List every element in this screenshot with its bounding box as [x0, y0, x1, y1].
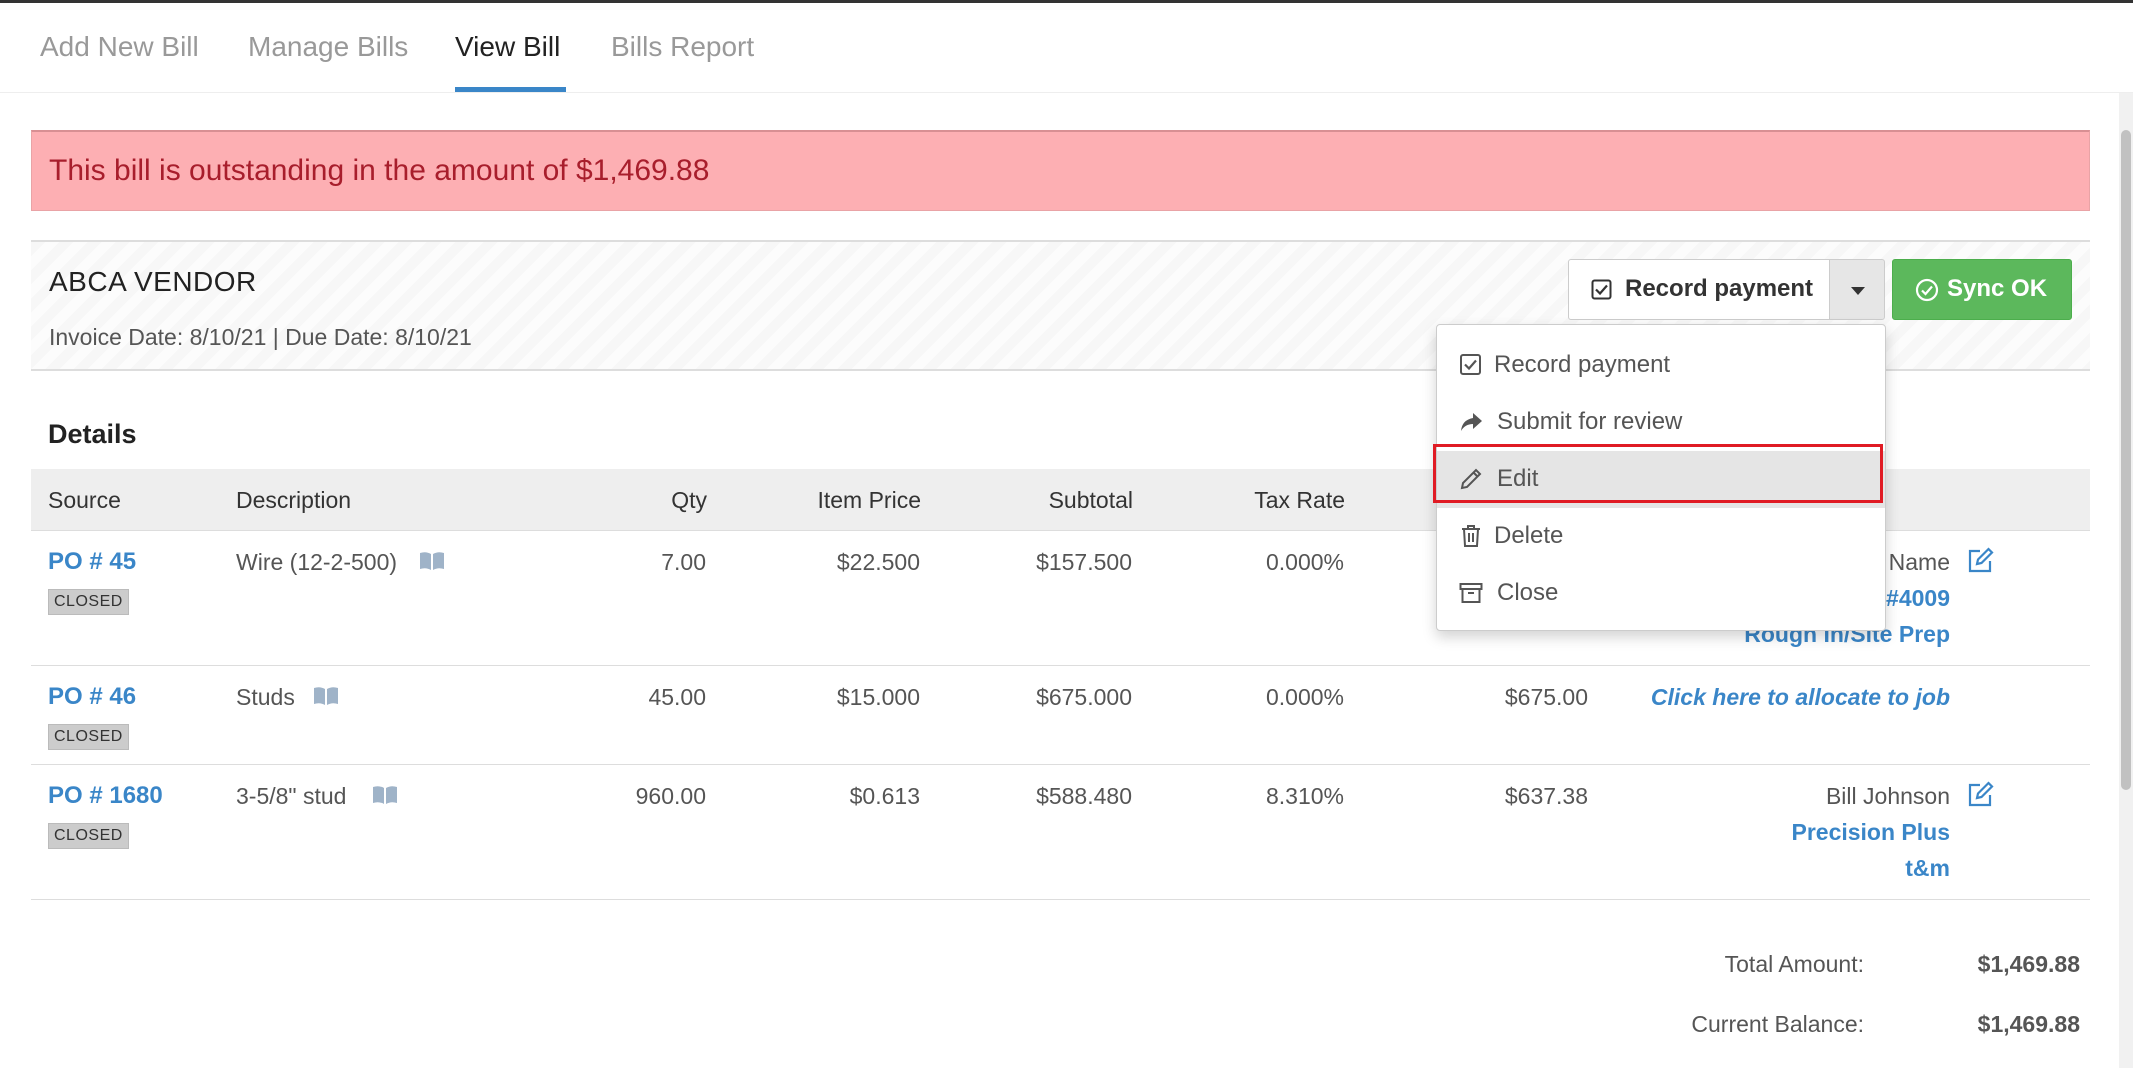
status-badge: CLOSED: [48, 823, 129, 849]
book-icon[interactable]: [418, 551, 446, 571]
total-amount-label: Total Amount:: [1724, 951, 1864, 977]
status-badge: CLOSED: [48, 724, 129, 750]
sync-ok-label: Sync OK: [1947, 275, 2048, 302]
line-total: $675.00: [1504, 684, 1588, 710]
record-payment-button[interactable]: Record payment: [1568, 259, 1830, 320]
pencil-icon: [1460, 468, 1482, 490]
qty: 7.00: [661, 549, 706, 575]
status-badge: CLOSED: [48, 589, 129, 615]
current-balance-value: $1,469.88: [1977, 1011, 2080, 1037]
subtotal: $157.500: [1036, 549, 1132, 575]
book-icon[interactable]: [312, 686, 340, 706]
col-qty: Qty: [671, 487, 707, 513]
vendor-name: ABCA VENDOR: [49, 266, 257, 297]
po-link[interactable]: PO # 45: [48, 548, 136, 576]
item-price: $15.000: [836, 684, 920, 710]
tab-manage-bills[interactable]: Manage Bills: [248, 31, 408, 63]
outstanding-alert: This bill is outstanding in the amount o…: [31, 130, 2090, 211]
item-price: $0.613: [849, 783, 920, 809]
po-link[interactable]: PO # 1680: [48, 782, 163, 810]
tab-bar: Add New Bill Manage Bills View Bill Bill…: [0, 3, 2133, 93]
row-divider: [31, 665, 2090, 666]
tax-rate: 8.310%: [1265, 783, 1344, 809]
tab-bills-report[interactable]: Bills Report: [611, 31, 754, 63]
edit-allocation-icon[interactable]: [1966, 547, 1994, 575]
qty: 45.00: [648, 684, 706, 710]
line-total: $637.38: [1504, 783, 1588, 809]
item-description: Studs: [236, 684, 295, 710]
edit-allocation-icon[interactable]: [1966, 781, 1994, 809]
qty: 960.00: [635, 783, 706, 809]
subtotal: $675.000: [1036, 684, 1132, 710]
menu-item-label: Edit: [1497, 465, 1539, 492]
job-customer-name: Bill Johnson: [1825, 783, 1950, 809]
col-subtotal: Subtotal: [1048, 487, 1133, 513]
checkbox-icon: [1460, 354, 1481, 375]
allocate-to-job-link[interactable]: Click here to allocate to job: [1600, 684, 1950, 711]
record-payment-dropdown-menu: Record payment Submit for review Edit De…: [1436, 324, 1886, 631]
item-description: Wire (12-2-500): [236, 549, 398, 575]
menu-item-close[interactable]: Close: [1437, 565, 1885, 622]
col-description: Description: [236, 487, 352, 513]
menu-item-edit[interactable]: Edit: [1437, 451, 1885, 508]
checkbox-icon: [1591, 279, 1612, 300]
menu-item-label: Submit for review: [1497, 408, 1683, 435]
menu-item-delete[interactable]: Delete: [1437, 508, 1885, 565]
check-circle-icon: [1915, 278, 1939, 302]
record-payment-dropdown-toggle[interactable]: [1829, 259, 1885, 320]
menu-item-label: Record payment: [1494, 351, 1671, 378]
job-name-link[interactable]: Precision Plus: [1700, 819, 1950, 846]
menu-item-submit-for-review[interactable]: Submit for review: [1437, 394, 1885, 451]
col-item-price: Item Price: [817, 487, 921, 513]
item-description: 3-5/8" stud: [236, 783, 347, 809]
sync-ok-button[interactable]: Sync OK: [1892, 259, 2072, 320]
trash-icon: [1462, 525, 1480, 547]
po-link[interactable]: PO # 46: [48, 683, 136, 711]
alert-text: This bill is outstanding in the amount o…: [49, 154, 710, 187]
col-tax-rate: Tax Rate: [1254, 487, 1345, 513]
job-phase-link[interactable]: t&m: [1700, 855, 1950, 882]
invoice-dates: Invoice Date: 8/10/21 | Due Date: 8/10/2…: [49, 324, 472, 350]
subtotal: $588.480: [1036, 783, 1132, 809]
active-tab-indicator: [455, 87, 566, 92]
details-title: Details: [48, 419, 137, 449]
menu-item-label: Delete: [1494, 522, 1564, 549]
record-payment-label: Record payment: [1625, 275, 1814, 302]
menu-item-label: Close: [1497, 579, 1559, 606]
caret-down-icon: [1851, 287, 1865, 295]
col-source: Source: [48, 487, 121, 513]
archive-icon: [1459, 583, 1483, 603]
share-icon: [1461, 413, 1482, 431]
tax-rate: 0.000%: [1265, 549, 1344, 575]
scrollbar-thumb[interactable]: [2121, 130, 2131, 790]
tab-view-bill[interactable]: View Bill: [455, 31, 560, 63]
tax-rate: 0.000%: [1265, 684, 1344, 710]
book-icon[interactable]: [371, 785, 399, 805]
row-divider: [31, 899, 2090, 900]
item-price: $22.500: [836, 549, 920, 575]
total-amount-value: $1,469.88: [1977, 951, 2080, 977]
menu-item-record-payment[interactable]: Record payment: [1437, 337, 1885, 394]
current-balance-label: Current Balance:: [1691, 1011, 1864, 1037]
tab-add-new-bill[interactable]: Add New Bill: [40, 31, 199, 63]
row-divider: [31, 764, 2090, 765]
